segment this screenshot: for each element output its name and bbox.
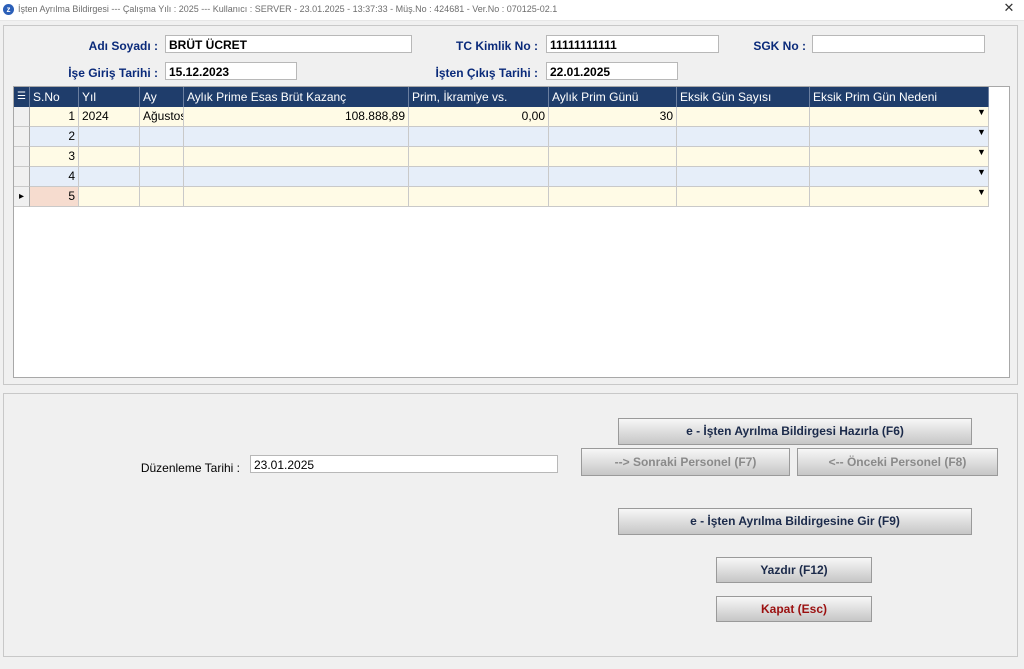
row-selector[interactable]: ▸	[14, 187, 30, 207]
cell-eksik[interactable]	[677, 127, 810, 147]
window-title: İşten Ayrılma Bildirgesi --- Çalışma Yıl…	[18, 4, 558, 14]
chevron-down-icon[interactable]: ▼	[977, 107, 986, 117]
chevron-down-icon[interactable]: ▼	[977, 167, 986, 177]
cell-gun[interactable]	[549, 187, 677, 207]
table-row[interactable]: ▸ 5 ▼	[14, 187, 989, 207]
row-selector[interactable]	[14, 107, 30, 127]
cell-kazanc[interactable]	[184, 187, 409, 207]
chevron-down-icon[interactable]: ▼	[977, 127, 986, 137]
sgk-no-field[interactable]	[812, 35, 985, 53]
col-header-sno[interactable]: S.No	[30, 87, 79, 107]
cell-yil[interactable]	[79, 187, 140, 207]
sgk-no-label: SGK No :	[753, 39, 806, 53]
table-row[interactable]: 2 ▼	[14, 127, 989, 147]
isten-cikis-label: İşten Çıkış Tarihi :	[435, 66, 538, 80]
col-header-ay[interactable]: Ay	[140, 87, 184, 107]
row-selector[interactable]	[14, 127, 30, 147]
cell-eksik[interactable]	[677, 167, 810, 187]
cell-gun[interactable]	[549, 127, 677, 147]
ise-giris-field[interactable]: 15.12.2023	[165, 62, 297, 80]
cell-yil[interactable]: 2024	[79, 107, 140, 127]
col-header-prim-gunu[interactable]: Aylık Prim Günü	[549, 87, 677, 107]
hazirla-button[interactable]: e - İşten Ayrılma Bildirgesi Hazırla (F6…	[618, 418, 972, 445]
cell-gun[interactable]: 30	[549, 107, 677, 127]
col-header-kazanc[interactable]: Aylık Prime Esas Brüt Kazanç	[184, 87, 409, 107]
grid-header: ☰ S.No Yıl Ay Aylık Prime Esas Brüt Kaza…	[14, 87, 989, 107]
cell-ay[interactable]	[140, 127, 184, 147]
col-header-yil[interactable]: Yıl	[79, 87, 140, 107]
bildirgeye-gir-button[interactable]: e - İşten Ayrılma Bildirgesine Gir (F9)	[618, 508, 972, 535]
cell-prim[interactable]	[409, 187, 549, 207]
grid-menu-icon[interactable]: ☰	[14, 87, 30, 107]
isten-cikis-field[interactable]: 22.01.2025	[546, 62, 678, 80]
onceki-personel-button[interactable]: <-- Önceki Personel (F8)	[797, 448, 998, 476]
cell-prim[interactable]	[409, 147, 549, 167]
cell-ay[interactable]	[140, 147, 184, 167]
cell-kazanc[interactable]	[184, 127, 409, 147]
duzenleme-tarihi-field[interactable]: 23.01.2025	[250, 455, 558, 473]
cell-neden[interactable]	[810, 167, 989, 187]
salary-grid: ☰ S.No Yıl Ay Aylık Prime Esas Brüt Kaza…	[13, 86, 1010, 378]
kapat-button[interactable]: Kapat (Esc)	[716, 596, 872, 622]
cell-ay[interactable]: Ağustos	[140, 107, 184, 127]
ad-soyad-label: Adı Soyadı :	[88, 39, 158, 53]
cell-kazanc[interactable]	[184, 147, 409, 167]
app-icon: z	[3, 4, 14, 15]
row-selector[interactable]	[14, 167, 30, 187]
cell-sno[interactable]: 1	[30, 107, 79, 127]
cell-yil[interactable]	[79, 167, 140, 187]
cell-eksik[interactable]	[677, 187, 810, 207]
chevron-down-icon[interactable]: ▼	[977, 147, 986, 157]
cell-sno[interactable]: 2	[30, 127, 79, 147]
cell-ay[interactable]	[140, 167, 184, 187]
cell-ay[interactable]	[140, 187, 184, 207]
cell-neden[interactable]	[810, 187, 989, 207]
cell-prim[interactable]	[409, 127, 549, 147]
ad-soyad-field[interactable]: BRÜT ÜCRET	[165, 35, 412, 53]
cell-gun[interactable]	[549, 167, 677, 187]
duzenleme-tarihi-label: Düzenleme Tarihi :	[140, 461, 240, 475]
cell-kazanc[interactable]	[184, 167, 409, 187]
chevron-down-icon[interactable]: ▼	[977, 187, 986, 197]
table-row[interactable]: 4 ▼	[14, 167, 989, 187]
cell-neden[interactable]	[810, 127, 989, 147]
table-row[interactable]: 3 ▼	[14, 147, 989, 167]
cell-gun[interactable]	[549, 147, 677, 167]
cell-prim[interactable]	[409, 167, 549, 187]
col-header-prim[interactable]: Prim, İkramiye vs.	[409, 87, 549, 107]
cell-eksik[interactable]	[677, 107, 810, 127]
col-header-eksik-neden[interactable]: Eksik Prim Gün Nedeni	[810, 87, 989, 107]
tc-kimlik-field[interactable]: 11111111111	[546, 35, 719, 53]
cell-sno[interactable]: 4	[30, 167, 79, 187]
cell-sno[interactable]: 3	[30, 147, 79, 167]
yazdir-button[interactable]: Yazdır (F12)	[716, 557, 872, 583]
close-icon[interactable]: ✕	[994, 0, 1024, 17]
cell-prim[interactable]: 0,00	[409, 107, 549, 127]
cell-sno[interactable]: 5	[30, 187, 79, 207]
table-row[interactable]: 1 2024 Ağustos 108.888,89 0,00 30 ▼	[14, 107, 989, 127]
cell-yil[interactable]	[79, 147, 140, 167]
col-header-eksik-gun[interactable]: Eksik Gün Sayısı	[677, 87, 810, 107]
title-bar: z İşten Ayrılma Bildirgesi --- Çalışma Y…	[0, 0, 1024, 21]
ise-giris-label: İşe Giriş Tarihi :	[68, 66, 158, 80]
cell-kazanc[interactable]: 108.888,89	[184, 107, 409, 127]
cell-eksik[interactable]	[677, 147, 810, 167]
cell-neden[interactable]	[810, 107, 989, 127]
sonraki-personel-button[interactable]: --> Sonraki Personel (F7)	[581, 448, 790, 476]
cell-neden[interactable]	[810, 147, 989, 167]
tc-kimlik-label: TC Kimlik No :	[455, 39, 538, 53]
row-selector[interactable]	[14, 147, 30, 167]
cell-yil[interactable]	[79, 127, 140, 147]
